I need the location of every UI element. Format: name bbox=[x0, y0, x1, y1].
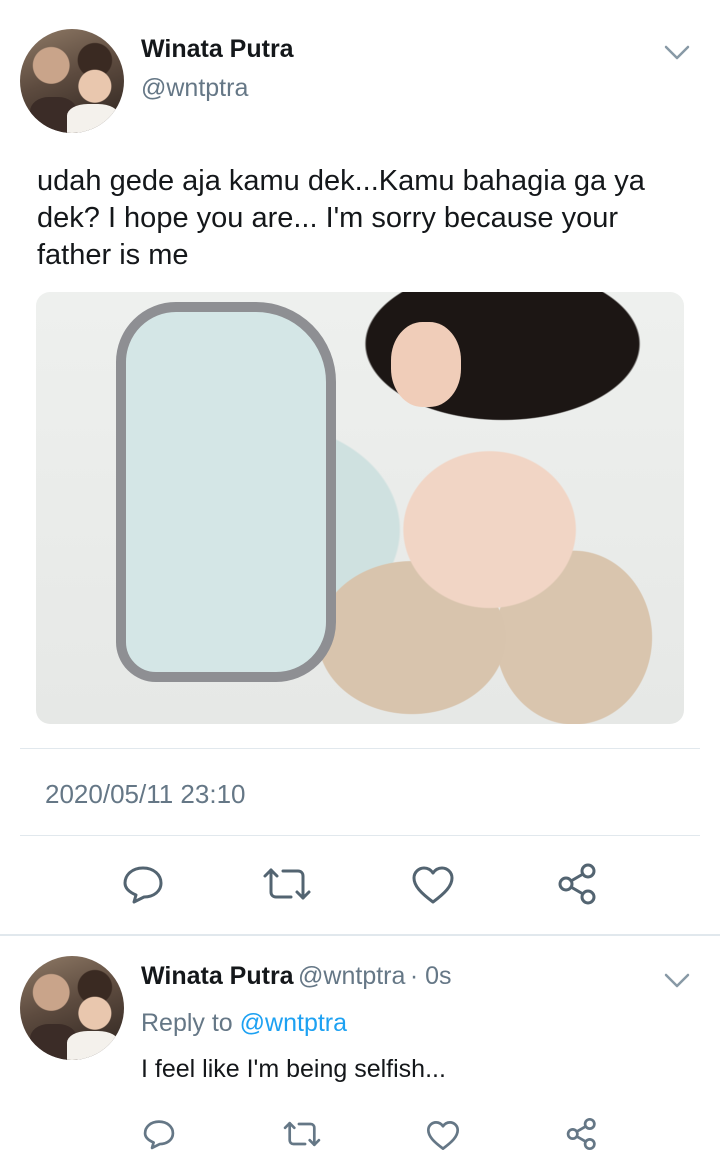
retweet-button[interactable] bbox=[259, 862, 315, 906]
thread-divider bbox=[0, 934, 720, 936]
share-icon bbox=[558, 863, 596, 905]
reply-share-button[interactable] bbox=[563, 1115, 601, 1153]
author-handle[interactable]: @wntptra bbox=[141, 74, 248, 103]
tweet-photo[interactable] bbox=[36, 292, 684, 724]
reply-author-handle[interactable]: @wntptra bbox=[298, 962, 405, 990]
reply-header: Winata Putra @wntptra · 0s bbox=[141, 962, 452, 991]
retweet-icon bbox=[283, 1121, 321, 1147]
reply-to-handle[interactable]: @wntptra bbox=[240, 1009, 347, 1037]
share-icon bbox=[566, 1117, 596, 1151]
like-icon bbox=[426, 1120, 460, 1150]
share-button[interactable] bbox=[553, 860, 603, 908]
reply-like-button[interactable] bbox=[423, 1118, 463, 1152]
tweet-timestamp: 2020/05/11 23:10 bbox=[45, 779, 246, 809]
reply-author-avatar[interactable] bbox=[20, 956, 124, 1060]
tweet-text: udah gede aja kamu dek...Kamu bahagia ga… bbox=[37, 165, 645, 271]
retweet-icon bbox=[263, 868, 311, 900]
comment-icon bbox=[143, 1120, 175, 1150]
like-button[interactable] bbox=[407, 862, 459, 908]
reply-author-name[interactable]: Winata Putra bbox=[141, 962, 294, 990]
reply-comment-button[interactable] bbox=[139, 1116, 179, 1152]
divider bbox=[20, 748, 700, 749]
reply-to-line: Reply to @wntptra bbox=[141, 1009, 347, 1038]
like-icon bbox=[412, 866, 454, 904]
divider bbox=[20, 835, 700, 836]
chevron-down-icon[interactable] bbox=[664, 973, 690, 989]
reply-time: · 0s bbox=[409, 962, 452, 990]
author-name[interactable]: Winata Putra bbox=[141, 35, 294, 64]
author-avatar[interactable] bbox=[20, 29, 124, 133]
reply-retweet-button[interactable] bbox=[281, 1118, 323, 1150]
reply-to-label: Reply to bbox=[141, 1009, 233, 1037]
comment-icon bbox=[123, 866, 163, 904]
chevron-down-icon[interactable] bbox=[664, 45, 690, 61]
reply-text: I feel like I'm being selfish... bbox=[141, 1055, 446, 1083]
comment-button[interactable] bbox=[117, 860, 169, 908]
